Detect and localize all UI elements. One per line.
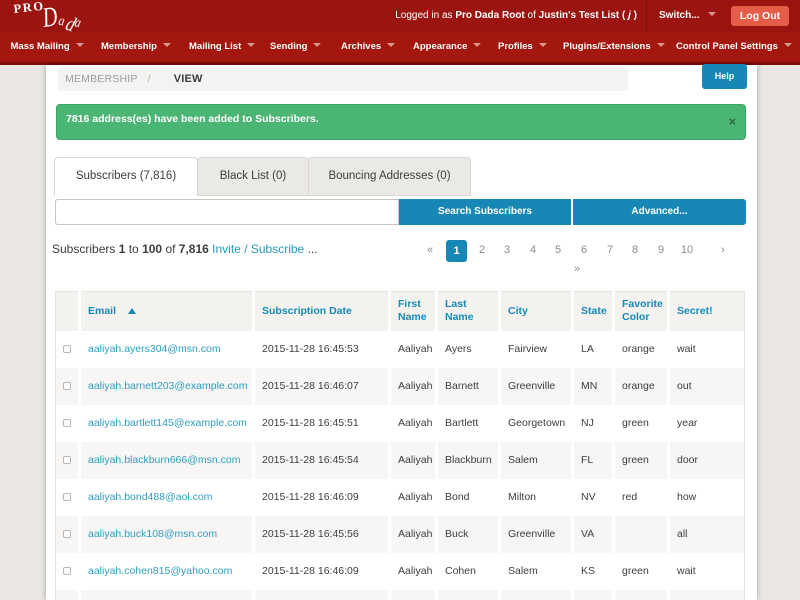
svg-text:D: D <box>40 1 60 34</box>
